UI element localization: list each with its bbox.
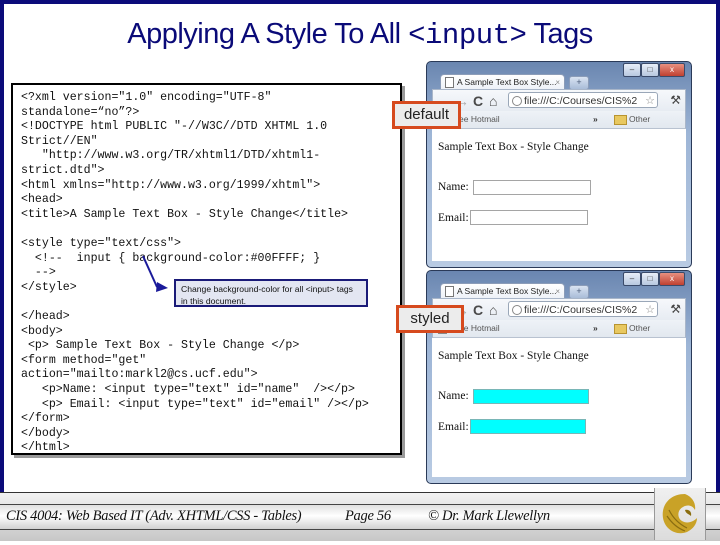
footer-copyright: © Dr. Mark Llewellyn — [428, 508, 550, 524]
title-prefix: Applying A Style To All — [127, 18, 409, 50]
code-line: action="mailto:markl2@cs.ucf.edu"> — [21, 368, 258, 382]
bookmarks-overflow-icon[interactable]: » — [593, 320, 598, 336]
callout-note: Change background-color for all <input> … — [174, 279, 368, 307]
browser-toolbar: ← → C ⌂ file:///C:/Courses/CIS%2 ☆ ⚒ — [432, 89, 686, 112]
window-controls: – □ x — [623, 272, 685, 286]
bookmarks-bar: Free Hotmail » Other bookmarks — [432, 320, 686, 349]
pegasus-logo-icon — [662, 494, 697, 534]
name-input[interactable] — [473, 180, 591, 195]
page-icon — [445, 77, 454, 88]
bookmarks-overflow-icon[interactable]: » — [593, 111, 598, 127]
code-line: <style type="text/css"> — [21, 237, 182, 250]
email-input[interactable] — [470, 210, 588, 225]
title-code: <input> — [408, 19, 527, 52]
reload-icon[interactable]: C — [473, 302, 483, 318]
browser-tab[interactable]: A Sample Text Box Style... × — [440, 283, 565, 298]
close-button[interactable]: x — [659, 63, 685, 77]
globe-icon — [512, 96, 522, 106]
code-line: </form> — [21, 412, 70, 426]
code-line: <p>Name: <input type="text" id="name" />… — [21, 383, 355, 396]
window-controls: – □ x — [623, 63, 685, 77]
default-label: default — [392, 101, 461, 129]
code-line: </html> — [21, 441, 70, 455]
new-tab-button[interactable]: + — [569, 76, 589, 90]
code-listing: <?xml version="1.0" encoding="UTF-8″ stan… — [11, 83, 402, 455]
bookmarks-bar: Free Hotmail » Other bookmarks — [432, 111, 686, 140]
url-text: file:///C:/Courses/CIS%2 — [524, 304, 638, 316]
maximize-button[interactable]: □ — [641, 63, 659, 77]
browser-tab[interactable]: A Sample Text Box Style... × — [440, 74, 565, 89]
minimize-button[interactable]: – — [623, 272, 641, 286]
browser-window-default: – □ x A Sample Text Box Style... × + ← →… — [426, 61, 692, 268]
minimize-button[interactable]: – — [623, 63, 641, 77]
close-button[interactable]: x — [659, 272, 685, 286]
email-input[interactable] — [470, 419, 586, 434]
code-line: <head> — [21, 193, 63, 207]
footer-page: Page 56 — [345, 508, 391, 524]
code-line: <html xmlns="http://www.w3.org/1999/xhtm… — [21, 178, 321, 192]
page-content: Sample Text Box - Style Change Name: Ema… — [432, 129, 686, 261]
bookmark-star-icon[interactable]: ☆ — [645, 93, 655, 107]
name-input[interactable] — [473, 389, 589, 404]
page-icon — [445, 286, 454, 297]
page-content: Sample Text Box - Style Change Name: Ema… — [432, 338, 686, 477]
tab-title: A Sample Text Box Style... — [457, 286, 557, 296]
slide-title: Applying A Style To All <input> Tags — [0, 18, 720, 52]
reload-icon[interactable]: C — [473, 93, 483, 109]
name-label: Name: — [438, 181, 469, 193]
code-line: Strict//EN" — [21, 134, 98, 148]
code-line: <?xml version="1.0" encoding="UTF-8″ — [21, 91, 272, 104]
maximize-button[interactable]: □ — [641, 272, 659, 286]
tab-close-icon[interactable]: × — [555, 75, 560, 89]
title-suffix: Tags — [526, 18, 593, 50]
browser-toolbar: ← → C ⌂ file:///C:/Courses/CIS%2 ☆ ⚒ — [432, 298, 686, 321]
code-line: </head> — [21, 310, 70, 323]
code-line: </body> — [21, 426, 70, 440]
code-line: <title>A Sample Text Box - Style Change<… — [21, 207, 348, 221]
footer: CIS 4004: Web Based IT (Adv. XHTML/CSS -… — [0, 492, 720, 541]
home-icon[interactable]: ⌂ — [489, 302, 497, 318]
home-icon[interactable]: ⌂ — [489, 93, 497, 109]
footer-course: CIS 4004: Web Based IT (Adv. XHTML/CSS -… — [6, 508, 302, 524]
email-label: Email: — [438, 421, 469, 433]
url-text: file:///C:/Courses/CIS%2 — [524, 95, 638, 107]
code-line: strict.dtd"> — [21, 164, 105, 177]
name-label: Name: — [438, 390, 469, 402]
page-paragraph: Sample Text Box - Style Change — [438, 141, 589, 153]
code-line: "http://www.w3.org/TR/xhtml1/DTD/xhtml1- — [21, 149, 321, 163]
ucf-pegasus-logo — [654, 488, 706, 540]
wrench-icon[interactable]: ⚒ — [670, 302, 681, 316]
code-line: --> — [21, 266, 56, 280]
globe-icon — [512, 305, 522, 315]
address-bar[interactable]: file:///C:/Courses/CIS%2 ☆ — [508, 92, 658, 108]
folder-icon — [614, 324, 627, 334]
address-bar[interactable]: file:///C:/Courses/CIS%2 ☆ — [508, 301, 658, 317]
styled-label: styled — [396, 305, 464, 333]
code-line: </style> — [21, 280, 77, 294]
code-line: <p> Sample Text Box - Style Change </p> — [21, 339, 300, 353]
bookmark-star-icon[interactable]: ☆ — [645, 302, 655, 316]
code-line: <!DOCTYPE html PUBLIC "-//W3C//DTD XHTML… — [21, 120, 328, 134]
code-line: <p> Email: <input type="text" id="email"… — [21, 397, 369, 411]
new-tab-button[interactable]: + — [569, 285, 589, 299]
code-line: <body> — [21, 324, 63, 338]
browser-window-styled: – □ x A Sample Text Box Style... × + ← →… — [426, 270, 692, 484]
tab-close-icon[interactable]: × — [555, 284, 560, 298]
tab-title: A Sample Text Box Style... — [457, 77, 557, 87]
page-paragraph: Sample Text Box - Style Change — [438, 350, 589, 362]
wrench-icon[interactable]: ⚒ — [670, 93, 681, 107]
code-line: standalone=“no”?> — [21, 105, 140, 119]
email-label: Email: — [438, 212, 469, 224]
code-line: <form method="get" — [21, 353, 147, 367]
folder-icon — [614, 115, 627, 125]
